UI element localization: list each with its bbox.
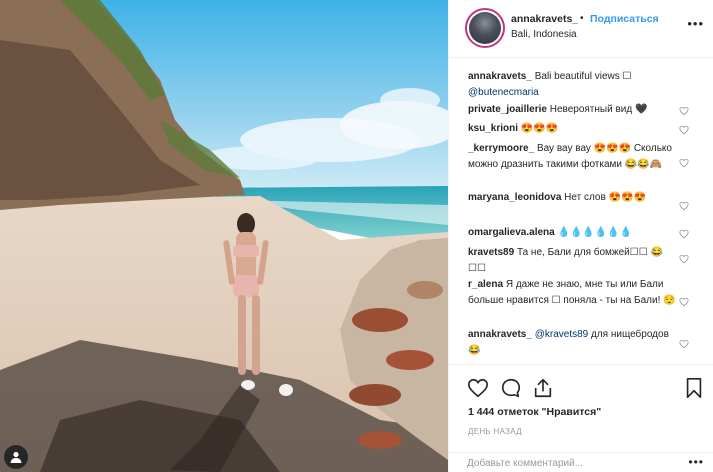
- comment-username[interactable]: omargalieva.alena: [468, 227, 555, 238]
- like-comment-heart-icon[interactable]: [679, 297, 689, 307]
- comment-item: r_alena Я даже не знаю, мне ты или Бали …: [468, 277, 680, 309]
- comment-item: maryana_leonidova Нет слов 😍😍😍: [468, 190, 680, 206]
- comment-username[interactable]: annakravets_: [468, 71, 532, 82]
- comment-username[interactable]: kravets89: [468, 247, 514, 258]
- comment-text: Невероятный вид 🖤: [549, 104, 648, 115]
- tagged-users-icon[interactable]: [4, 445, 28, 469]
- mention-link[interactable]: @butenecmaria: [468, 87, 539, 98]
- like-comment-heart-icon[interactable]: [679, 201, 689, 211]
- comment-item: ksu_krioni 😍😍😍: [468, 121, 680, 137]
- post-sidebar: annakravets_ • Подписаться Bali, Indones…: [448, 0, 713, 472]
- bookmark-icon[interactable]: [683, 377, 705, 399]
- comment-text: 💧💧💧💧💧💧: [557, 227, 633, 238]
- more-options-icon[interactable]: •••: [688, 455, 704, 469]
- location-link[interactable]: Bali, Indonesia: [511, 29, 577, 40]
- comment-icon[interactable]: [500, 377, 522, 399]
- like-comment-heart-icon[interactable]: [679, 106, 689, 116]
- share-upload-icon[interactable]: [532, 377, 554, 399]
- comment-item: kravets89 Та не, Бали для бомжей☐☐ 😂☐☐: [468, 245, 680, 277]
- comment-username[interactable]: ksu_krioni: [468, 123, 518, 134]
- comment-text: Bali beautiful views ☐: [534, 71, 632, 82]
- comment-text: Нет слов 😍😍😍: [564, 192, 646, 203]
- like-comment-heart-icon[interactable]: [679, 229, 689, 239]
- beach-photo-illustration: [0, 0, 448, 472]
- comment-username[interactable]: _kerrymoore_: [468, 143, 534, 154]
- likes-count[interactable]: 1 444 отметок "Нравится": [468, 406, 601, 418]
- comment-username[interactable]: private_joaillerie: [468, 104, 547, 115]
- like-heart-icon[interactable]: [467, 377, 489, 399]
- post-timestamp[interactable]: ДЕНЬ НАЗАД: [468, 427, 522, 436]
- like-comment-heart-icon[interactable]: [679, 254, 689, 264]
- follow-button[interactable]: Подписаться: [590, 13, 659, 25]
- like-comment-heart-icon[interactable]: [679, 339, 689, 349]
- like-comment-heart-icon[interactable]: [679, 125, 689, 135]
- comments-list[interactable]: annakravets_ Bali beautiful views ☐ @but…: [449, 59, 713, 364]
- comment-item: omargalieva.alena 💧💧💧💧💧💧: [468, 225, 680, 241]
- post-header: annakravets_ • Подписаться Bali, Indones…: [449, 0, 713, 58]
- comment-username[interactable]: maryana_leonidova: [468, 192, 561, 203]
- like-comment-heart-icon[interactable]: [679, 158, 689, 168]
- avatar[interactable]: [465, 8, 505, 48]
- post-actions: 1 444 отметок "Нравится" ДЕНЬ НАЗАД •••: [449, 364, 713, 472]
- comment-username[interactable]: r_alena: [468, 279, 503, 290]
- comment-username[interactable]: annakravets_: [468, 329, 532, 340]
- more-options-icon[interactable]: •••: [687, 16, 704, 31]
- mention-link[interactable]: @kravets89: [535, 329, 589, 340]
- separator-dot: •: [580, 13, 584, 24]
- add-comment-bar: •••: [449, 452, 713, 472]
- caption: annakravets_ Bali beautiful views ☐ @but…: [468, 69, 698, 101]
- comment-input[interactable]: [467, 455, 687, 471]
- comment-item: private_joaillerie Невероятный вид 🖤: [468, 102, 680, 118]
- comment-item: annakravets_ @kravets89 для нищебродов😂: [468, 327, 680, 359]
- post-photo[interactable]: [0, 0, 448, 472]
- username-link[interactable]: annakravets_: [511, 13, 578, 25]
- comment-text: 😍😍😍: [520, 123, 559, 134]
- comment-item: _kerrymoore_ Вау вау вау 😍😍😍 Сколько мож…: [468, 141, 680, 173]
